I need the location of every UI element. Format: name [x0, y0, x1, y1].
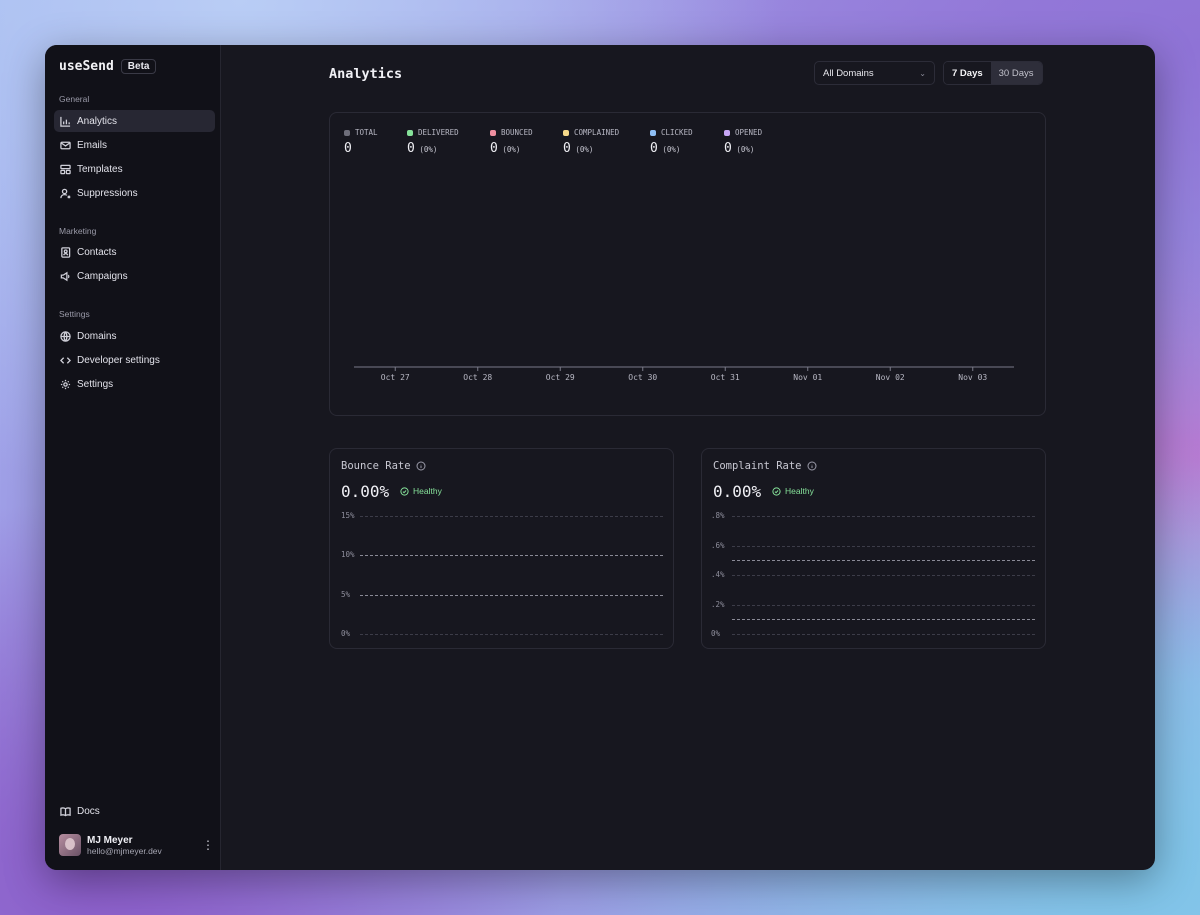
threshold-line [732, 619, 1035, 621]
gridline [732, 604, 1035, 606]
y-tick-label: .6% [711, 540, 725, 550]
check-circle-icon [400, 486, 409, 496]
gridline [732, 575, 1035, 576]
sidebar-item-label: Docs [77, 805, 100, 817]
main-content: Analytics All Domains ⌄ 7 Days 30 Days T… [221, 45, 1155, 870]
sidebar-item-templates[interactable]: Templates [54, 158, 215, 180]
y-tick-label: .2% [711, 599, 725, 609]
gridline [732, 634, 1035, 635]
chevron-down-icon: ⌄ [919, 68, 926, 78]
threshold-line [732, 560, 1035, 562]
sidebar-item-label: Analytics [77, 115, 118, 127]
sidebar-item-label: Emails [77, 139, 108, 151]
x-tick-label: Nov 02 [876, 373, 905, 382]
complaint-rate-title: Complaint Rate [713, 460, 817, 472]
info-icon[interactable] [807, 461, 817, 471]
section-title-marketing: Marketing [59, 226, 97, 236]
section-title-settings: Settings [59, 309, 90, 319]
domain-select-value: All Domains [823, 67, 874, 79]
sidebar-item-label: Campaigns [77, 270, 128, 282]
y-tick-label: .4% [711, 570, 725, 579]
bar-chart-icon [60, 116, 71, 127]
gear-icon [60, 379, 71, 389]
y-tick-label: 10% [341, 550, 355, 560]
sidebar-item-label: Contacts [77, 246, 117, 258]
bounce-rate-card: Bounce Rate 0.00% Healthy 15% 10% 5% 0% [329, 448, 674, 649]
y-tick-label: 15% [341, 511, 355, 520]
sidebar-item-analytics[interactable]: Analytics [54, 110, 215, 132]
sidebar-item-label: Developer settings [77, 354, 160, 366]
sidebar-item-docs[interactable]: Docs [54, 800, 215, 822]
x-tick-label: Oct 31 [711, 373, 740, 382]
x-tick-label: Oct 30 [628, 373, 657, 382]
x-tick-label: Nov 01 [793, 373, 822, 382]
brand: useSend Beta [59, 59, 157, 74]
complaint-rate-title-text: Complaint Rate [713, 460, 802, 472]
beta-badge: Beta [120, 59, 157, 74]
gridline [732, 545, 1035, 547]
bounce-status-text: Healthy [413, 486, 442, 496]
sidebar-item-contacts[interactable]: Contacts [54, 241, 215, 263]
gridline [732, 516, 1035, 517]
overview-chart: Oct 27 Oct 28 Oct 29 Oct 30 Oct 31 Nov 01 Nov … [354, 366, 1014, 382]
more-options-icon[interactable]: ⋮ [202, 838, 214, 852]
x-tick-label: Oct 27 [381, 373, 410, 382]
complaint-status-badge: Healthy [772, 486, 814, 496]
app-window: useSend Beta General Analytics Emails Te… [45, 45, 1155, 870]
template-icon [60, 164, 71, 174]
sidebar-item-developer-settings[interactable]: Developer settings [54, 349, 215, 371]
user-name: MJ Meyer [87, 834, 133, 846]
sidebar-item-settings[interactable]: Settings [54, 373, 215, 395]
book-icon [60, 806, 71, 816]
threshold-line [360, 555, 663, 557]
globe-icon [60, 330, 71, 342]
complaint-rate-value: 0.00% [713, 482, 762, 501]
sidebar-item-suppressions[interactable]: Suppressions [54, 182, 215, 204]
complaint-status-text: Healthy [785, 486, 814, 496]
bounce-rate-title: Bounce Rate [341, 460, 426, 472]
x-tick-label: Oct 29 [546, 373, 575, 382]
x-tick-label: Oct 28 [463, 373, 492, 382]
user-email: hello@mjmeyer.dev [87, 845, 162, 856]
range-30-days-button[interactable]: 30 Days [990, 62, 1042, 84]
x-tick-label: Nov 03 [958, 373, 987, 382]
code-icon [60, 356, 71, 364]
range-7-days-button[interactable]: 7 Days [944, 62, 991, 84]
email-overview-card: TOTAL 0 DELIVERED 0 (0%) BOUNCED 0 (0%) COMPLA… [329, 112, 1046, 416]
check-circle-icon [772, 486, 781, 496]
bounce-status-badge: Healthy [400, 486, 442, 496]
contact-book-icon [61, 246, 71, 258]
y-tick-label: 0% [711, 629, 721, 638]
sidebar-item-domains[interactable]: Domains [54, 325, 215, 347]
bounce-rate-title-text: Bounce Rate [341, 460, 411, 472]
complaint-rate-card: Complaint Rate 0.00% Healthy .8% .6% .4% .2… [701, 448, 1046, 649]
user-info: MJ Meyer hello@mjmeyer.dev [87, 835, 162, 856]
y-tick-label: .8% [711, 511, 725, 520]
sidebar-item-label: Templates [77, 163, 123, 175]
gridline [360, 516, 663, 517]
domain-select[interactable]: All Domains ⌄ [814, 61, 935, 85]
brand-name: useSend [59, 59, 114, 74]
megaphone-icon [60, 271, 70, 281]
gridline [360, 634, 663, 635]
avatar [59, 834, 81, 856]
page-title: Analytics [329, 66, 403, 82]
user-menu[interactable]: MJ Meyer hello@mjmeyer.dev ⋮ [59, 833, 214, 857]
section-title-general: General [59, 94, 90, 104]
sidebar-item-label: Suppressions [77, 187, 138, 199]
y-tick-label: 5% [341, 589, 351, 599]
sidebar-item-label: Domains [77, 330, 117, 342]
mail-icon [60, 141, 71, 149]
sidebar-item-emails[interactable]: Emails [54, 134, 215, 156]
y-tick-label: 0% [341, 629, 351, 638]
info-icon[interactable] [416, 461, 426, 471]
sidebar-item-campaigns[interactable]: Campaigns [54, 265, 215, 287]
date-range-toggle: 7 Days 30 Days [943, 61, 1043, 85]
user-x-icon [60, 188, 71, 199]
sidebar-item-label: Settings [77, 378, 114, 390]
bounce-rate-value: 0.00% [341, 482, 390, 501]
sidebar: useSend Beta General Analytics Emails Te… [45, 45, 221, 870]
threshold-line [360, 594, 663, 596]
